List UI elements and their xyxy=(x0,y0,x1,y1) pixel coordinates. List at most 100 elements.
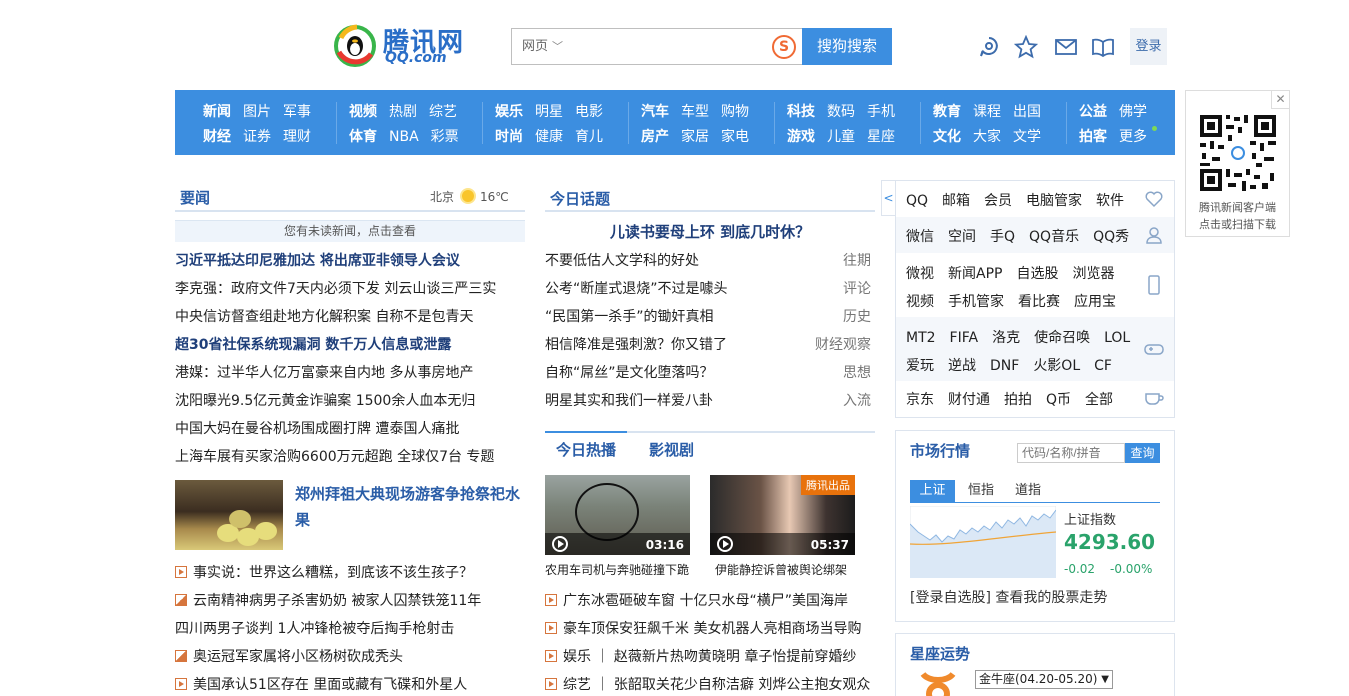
nav-link[interactable]: 财经 xyxy=(203,129,231,145)
heart-icon[interactable] xyxy=(1144,189,1164,209)
news-link[interactable]: 港媒：过半华人亿万富豪来自内地 多从事房地产 xyxy=(175,362,515,382)
nav-link[interactable]: 车型 xyxy=(681,104,709,120)
service-link[interactable]: 逆战 xyxy=(948,358,976,374)
topic-tag[interactable]: 评论 xyxy=(843,278,871,298)
service-link[interactable]: CF xyxy=(1094,358,1112,374)
stock-query-button[interactable]: 查询 xyxy=(1125,443,1160,463)
nav-link[interactable]: 体育 xyxy=(349,129,377,145)
huati-headline[interactable]: 儿读书要母上环 到底几时休？ xyxy=(545,221,875,242)
service-link[interactable]: QQ音乐 xyxy=(1029,229,1079,245)
news-link[interactable]: 奥运冠军家属将小区杨树砍成秃头 xyxy=(175,646,515,666)
news-link[interactable]: 沈阳曝光9.5亿元黄金诈骗案 1500余人血本无归 xyxy=(175,390,515,410)
nav-link[interactable]: 出国 xyxy=(1013,104,1041,120)
nav-link[interactable]: 文学 xyxy=(1013,129,1041,145)
close-icon[interactable]: ✕ xyxy=(1271,91,1289,109)
topic-tag[interactable]: 往期 xyxy=(843,250,871,270)
news-link[interactable]: 四川两男子谈判 1人冲锋枪被夺后掏手枪射击 xyxy=(175,618,515,638)
service-link[interactable]: LOL xyxy=(1104,330,1130,346)
service-link[interactable]: 京东 xyxy=(906,392,934,408)
nav-link[interactable]: 彩票 xyxy=(431,129,459,145)
news-link[interactable]: 事实说：世界这么糟糕，到底该不该生孩子？ xyxy=(175,562,515,582)
service-link[interactable]: 微信 xyxy=(906,229,934,245)
news-link[interactable]: 李克强：政府文件7天内必须下发 刘云山谈三严三实 xyxy=(175,278,515,298)
news-link[interactable]: 上海车展有买家洽购6600万元超跑 全球仅7台 专题 xyxy=(175,446,515,466)
topic-item[interactable]: “民国第一杀手”的锄奸真相 历史 xyxy=(545,306,875,326)
star-icon[interactable] xyxy=(1014,35,1038,59)
service-link[interactable]: Q币 xyxy=(1046,392,1071,408)
nav-link[interactable]: 佛学 xyxy=(1119,104,1147,120)
service-link[interactable]: QQ xyxy=(906,193,928,209)
nav-link[interactable]: 理财 xyxy=(283,129,311,145)
nav-link[interactable]: 拍客 xyxy=(1079,129,1107,145)
market-title[interactable]: 市场行情 xyxy=(910,440,970,461)
nav-link[interactable]: 更多 xyxy=(1119,129,1147,145)
service-link[interactable]: 浏览器 xyxy=(1072,266,1114,282)
topic-tag[interactable]: 财经观察 xyxy=(815,334,871,354)
mobile-icon[interactable] xyxy=(1144,275,1164,295)
topic-tag[interactable]: 思想 xyxy=(843,362,871,382)
nav-link[interactable]: 大家 xyxy=(973,129,1001,145)
nav-link[interactable]: 公益 xyxy=(1079,104,1107,120)
service-link[interactable]: 会员 xyxy=(984,193,1012,209)
topic-item[interactable]: 自称“屌丝”是文化堕落吗？ 思想 xyxy=(545,362,875,382)
user-icon[interactable] xyxy=(1144,225,1164,245)
nav-link[interactable]: 育儿 xyxy=(575,129,603,145)
nav-link[interactable]: 购物 xyxy=(721,104,749,120)
login-button[interactable]: 登录 xyxy=(1130,28,1167,65)
topic-item[interactable]: 不要低估人文学科的好处 往期 xyxy=(545,250,875,270)
nav-link[interactable]: 文化 xyxy=(933,129,961,145)
feature-title[interactable]: 郑州拜祖大典现场游客争抢祭祀水果 xyxy=(295,481,520,533)
nav-link[interactable]: 房产 xyxy=(641,129,669,145)
service-link[interactable]: 全部 xyxy=(1085,392,1113,408)
topic-item[interactable]: 明星其实和我们一样爱八卦 入流 xyxy=(545,390,875,410)
video-news-link[interactable]: 广东冰雹砸破车窗 十亿只水母“横尸”美国海岸 xyxy=(545,590,875,610)
nav-link[interactable]: 娱乐 xyxy=(495,104,523,120)
nav-link[interactable]: 明星 xyxy=(535,104,563,120)
unread-news-bar[interactable]: 您有未读新闻，点击查看 xyxy=(175,220,525,242)
nav-link[interactable]: 家电 xyxy=(721,129,749,145)
my-stocks-link[interactable]: [登录自选股] 查看我的股票走势 xyxy=(910,587,1107,607)
nav-link[interactable]: 新闻 xyxy=(203,104,231,120)
service-link[interactable]: 手Q xyxy=(990,229,1015,245)
nav-link[interactable]: 图片 xyxy=(243,104,271,120)
service-link[interactable]: 软件 xyxy=(1096,193,1124,209)
nav-link[interactable]: 电影 xyxy=(575,104,603,120)
qr-download-panel[interactable]: ✕ 腾讯新闻客户端 点击或扫描下载 xyxy=(1185,90,1290,237)
gamepad-icon[interactable] xyxy=(1144,339,1164,359)
service-link[interactable]: 邮箱 xyxy=(942,193,970,209)
service-link[interactable]: 视频 xyxy=(906,294,934,310)
service-link[interactable]: 微视 xyxy=(906,266,934,282)
service-link[interactable]: 拍拍 xyxy=(1004,392,1032,408)
service-link[interactable]: 使命召唤 xyxy=(1034,330,1090,346)
service-link[interactable]: FIFA xyxy=(950,330,979,346)
tab-hangseng[interactable]: 恒指 xyxy=(960,480,1002,502)
service-link[interactable]: 火影OL xyxy=(1033,358,1080,374)
topic-item[interactable]: 公考“断崖式退烧”不过是噱头 评论 xyxy=(545,278,875,298)
nav-link[interactable]: 综艺 xyxy=(429,104,457,120)
nav-link[interactable]: 星座 xyxy=(867,129,895,145)
horoscope-title[interactable]: 星座运势 xyxy=(910,643,970,664)
nav-link[interactable]: 时尚 xyxy=(495,129,523,145)
yaowen-title[interactable]: 要闻 xyxy=(180,187,210,208)
weather-widget[interactable]: 北京 16℃ xyxy=(430,188,509,205)
nav-link[interactable]: 教育 xyxy=(933,104,961,120)
weibo-icon[interactable] xyxy=(977,35,1001,59)
nav-link[interactable]: 数码 xyxy=(827,104,855,120)
video-news-link[interactable]: 综艺 ｜ 张韶取关花少自称洁癖 刘烨公主抱女观众 xyxy=(545,674,875,694)
nav-link[interactable]: 证券 xyxy=(243,129,271,145)
tab-hot[interactable]: 今日热播 xyxy=(556,439,616,460)
service-link[interactable]: 洛克 xyxy=(992,330,1020,346)
topic-tag[interactable]: 入流 xyxy=(843,390,871,410)
nav-link[interactable]: 汽车 xyxy=(641,104,669,120)
nav-link[interactable]: 课程 xyxy=(973,104,1001,120)
nav-link[interactable]: 视频 xyxy=(349,104,377,120)
service-link[interactable]: 空间 xyxy=(948,229,976,245)
tab-shanghai[interactable]: 上证 xyxy=(910,480,955,502)
nav-link[interactable]: 军事 xyxy=(283,104,311,120)
nav-link[interactable]: NBA xyxy=(389,129,419,145)
service-link[interactable]: 手机管家 xyxy=(948,294,1004,310)
service-link[interactable]: 财付通 xyxy=(948,392,990,408)
video-caption[interactable]: 农用车司机与奔驰碰撞下跪 xyxy=(545,561,695,578)
nav-link[interactable]: 游戏 xyxy=(787,129,815,145)
news-link[interactable]: 中央信访督查组赴地方化解积案 自称不是包青天 xyxy=(175,306,515,326)
